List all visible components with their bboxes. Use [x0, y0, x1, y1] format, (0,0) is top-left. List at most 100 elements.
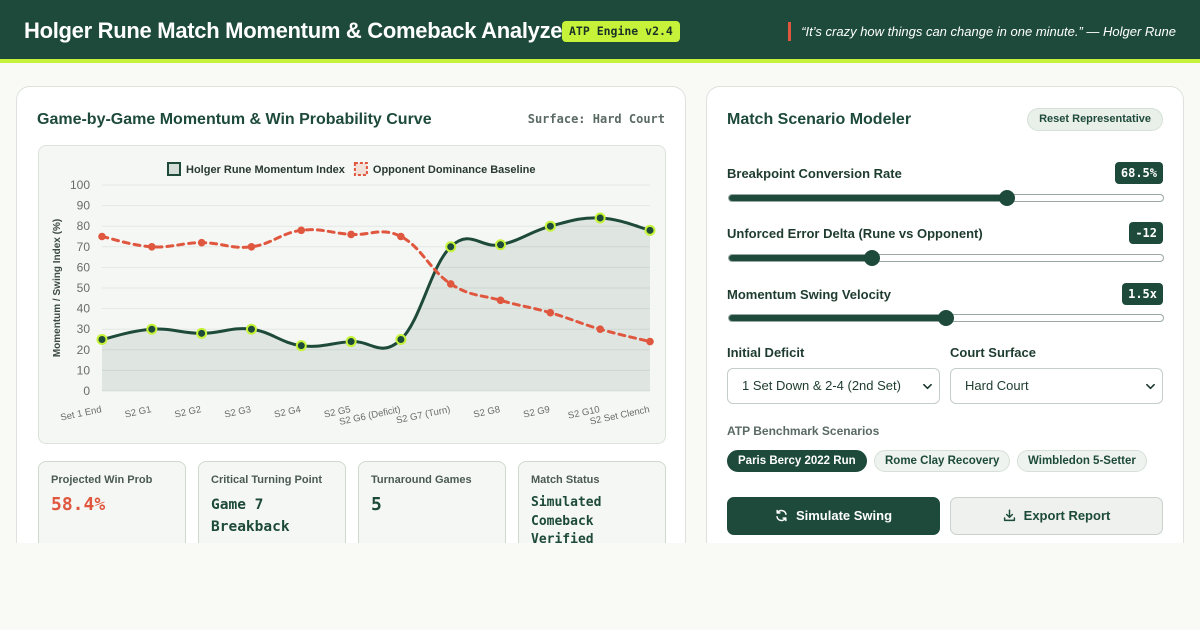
slider-value-breakpoint: 68.5% [1114, 162, 1163, 184]
benchmark-chip-wimbledon[interactable]: Wimbledon 5-Setter [1017, 450, 1147, 472]
holger-rune-momentum-index-point [495, 239, 507, 251]
holger-rune-momentum-index-point [644, 224, 656, 236]
y-axis-label: Momentum / Swing Index (%) [52, 219, 63, 357]
app-header: Holger Rune Match Momentum & Comeback An… [0, 0, 1200, 63]
viewport-fold [0, 543, 1200, 630]
reset-representative-button[interactable]: Reset Representative [1027, 108, 1163, 131]
holger-rune-momentum-index-point [345, 336, 357, 348]
y-tick-label: 40 [77, 302, 91, 316]
chart-legend: Holger Rune Momentum Index Opponent Domin… [167, 162, 536, 176]
legend-label-holger-rune-momentum-index: Holger Rune Momentum Index [186, 164, 346, 176]
simulate-swing-button[interactable]: Simulate Swing [727, 497, 940, 535]
app-title: Holger Rune Match Momentum & Comeback An… [24, 18, 571, 43]
opponent-dominance-baseline-point [496, 296, 505, 305]
slider-fill [729, 195, 1007, 201]
header-quote: “It’s crazy how things can change in one… [788, 22, 1176, 41]
holger-rune-momentum-index-point [245, 323, 257, 335]
momentum-chart-svg: 0 10 20 30 40 50 60 70 80 90 100 Set 1 End S2 G1 S2 G… [52, 162, 656, 428]
opponent-dominance-baseline-point [148, 243, 156, 251]
version-badge: ATP Engine v2.4 [562, 21, 680, 42]
y-tick-label: 50 [77, 281, 91, 295]
momentum-chart: 0 10 20 30 40 50 60 70 80 90 100 Set 1 End S2 G1 S2 G… [38, 145, 666, 444]
court-surface-value: Hard Court [965, 378, 1029, 393]
breakpoint-conversion-slider[interactable] [728, 190, 1164, 206]
y-tick-label: 100 [70, 178, 90, 192]
legend-label-opponent-dominance-baseline: Opponent Dominance Baseline [373, 164, 536, 176]
opponent-dominance-baseline-point [347, 230, 355, 239]
opponent-dominance-baseline-point [397, 232, 405, 241]
y-tick-label: 80 [77, 219, 91, 233]
stat-value-win-prob: 58.4% [51, 494, 106, 515]
x-tick-label: Set 1 End [60, 404, 103, 423]
y-tick-label: 20 [77, 343, 91, 357]
stat-label: Projected Win Prob [51, 474, 153, 486]
legend-swatch-holger-rune-momentum-index [167, 162, 181, 176]
modeler-title: Match Scenario Modeler [727, 111, 912, 128]
holger-rune-momentum-index-point [146, 323, 158, 335]
opponent-dominance-baseline-point [297, 226, 306, 235]
surface-label: Surface: Hard Court [527, 112, 665, 126]
slider-label-error-delta: Unforced Error Delta (Rune vs Opponent) [727, 226, 983, 241]
slider-label-breakpoint: Breakpoint Conversion Rate [727, 166, 902, 181]
simulate-swing-label: Simulate Swing [795, 508, 893, 523]
y-tick-label: 60 [77, 260, 91, 274]
opponent-dominance-baseline-point [197, 238, 206, 247]
opponent-dominance-baseline-point [98, 232, 106, 241]
x-tick-label: S2 G4 [273, 404, 302, 420]
opponent-dominance-baseline-point [546, 308, 555, 317]
x-tick-label: S2 G9 [522, 404, 551, 420]
benchmark-scenarios-label: ATP Benchmark Scenarios [727, 424, 880, 438]
slider-value-swing-velocity: 1.5x [1122, 283, 1163, 305]
y-tick-label: 10 [77, 363, 91, 377]
opponent-dominance-baseline-point [596, 325, 604, 333]
export-report-button[interactable]: Export Report [950, 497, 1163, 535]
initial-deficit-select[interactable]: 1 Set Down & 2-4 (2nd Set) [727, 368, 940, 404]
slider-thumb[interactable] [998, 190, 1015, 206]
chevron-down-icon [923, 383, 932, 390]
export-report-label: Export Report [1023, 508, 1111, 523]
stat-value-turning-point: Game 7 Breakback [211, 497, 290, 535]
chart-panel-title: Game-by-Game Momentum & Win Probability … [37, 111, 432, 128]
stat-label: Critical Turning Point [211, 474, 323, 486]
opponent-dominance-baseline-point [446, 280, 455, 288]
court-surface-label: Court Surface [950, 345, 1036, 360]
x-tick-label: S2 G1 [124, 404, 153, 420]
stat-label: Match Status [531, 474, 600, 486]
opponent-dominance-baseline-point [646, 337, 654, 346]
x-tick-label: S2 G8 [473, 404, 502, 420]
y-tick-label: 0 [83, 384, 90, 398]
refresh-icon [776, 509, 787, 522]
slider-value-error-delta: -12 [1129, 222, 1163, 244]
slider-thumb[interactable] [938, 310, 954, 326]
holger-rune-momentum-index-point [395, 334, 407, 345]
court-surface-select[interactable]: Hard Court [950, 368, 1163, 404]
slider-label-swing-velocity: Momentum Swing Velocity [727, 287, 891, 302]
slider-fill [729, 255, 873, 261]
stat-value-match-status: Simulated Comeback Verified [531, 495, 602, 547]
benchmark-chip-paris-bercy[interactable]: Paris Bercy 2022 Run [727, 450, 867, 472]
y-tick-label: 90 [77, 199, 91, 213]
slider-fill [729, 315, 946, 321]
benchmark-chip-rome-clay[interactable]: Rome Clay Recovery [874, 450, 1011, 472]
initial-deficit-value: 1 Set Down & 2-4 (2nd Set) [742, 378, 901, 393]
download-icon [1003, 509, 1015, 522]
holger-rune-momentum-index-point [594, 212, 606, 224]
x-tick-label: S2 G3 [223, 404, 252, 420]
initial-deficit-label: Initial Deficit [727, 345, 805, 360]
scenario-modeler-panel: Match Scenario Modeler Reset Representat… [706, 86, 1184, 556]
slider-thumb[interactable] [864, 250, 881, 266]
holger-rune-momentum-index-point [445, 241, 457, 253]
holger-rune-momentum-index-point [196, 327, 208, 339]
momentum-chart-panel: Game-by-Game Momentum & Win Probability … [16, 86, 686, 571]
error-delta-slider[interactable] [728, 250, 1164, 266]
holger-rune-momentum-index-point [544, 220, 556, 232]
swing-velocity-slider[interactable] [728, 310, 1164, 326]
chevron-down-icon [1146, 383, 1155, 390]
holger-rune-momentum-index-point [295, 340, 307, 352]
holger-rune-momentum-index-point [96, 334, 108, 345]
legend-swatch-opponent-dominance-baseline [353, 162, 368, 176]
y-tick-label: 30 [77, 322, 91, 336]
y-tick-label: 70 [77, 240, 91, 254]
x-tick-label: S2 G2 [174, 404, 203, 420]
stat-label: Turnaround Games [371, 474, 472, 486]
